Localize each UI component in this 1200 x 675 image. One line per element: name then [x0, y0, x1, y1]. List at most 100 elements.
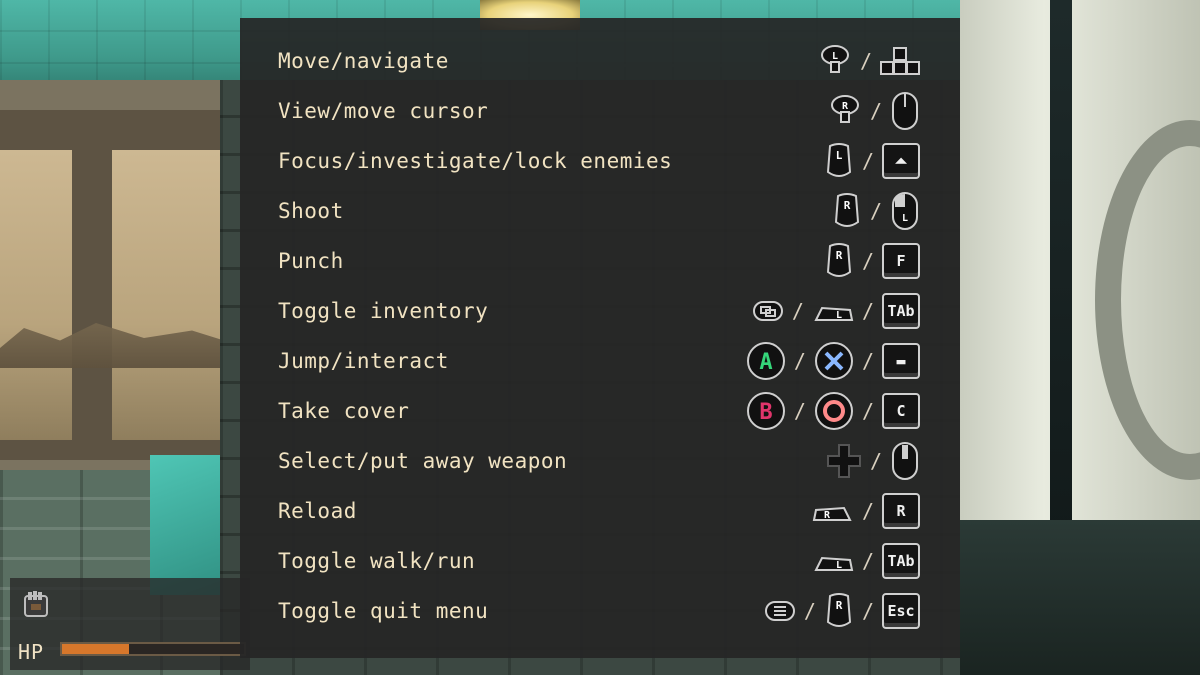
separator: /: [859, 49, 872, 73]
binding-icons: R / L: [832, 191, 920, 231]
tab-key-icon: TAb: [882, 543, 920, 579]
separator: /: [791, 299, 804, 323]
separator: /: [803, 599, 816, 623]
control-row: Toggle quit menu / R / Esc: [240, 586, 960, 636]
control-row: Punch R / F: [240, 236, 960, 286]
control-row: Toggle inventory / L / TAb: [240, 286, 960, 336]
hp-bar-fill: [62, 644, 130, 654]
up-arrow-key-icon: ⏶: [882, 143, 920, 179]
left-mouse-button-icon: L: [890, 191, 920, 231]
action-label: Punch: [278, 249, 344, 273]
control-row: Focus/investigate/lock enemies L / ⏶: [240, 136, 960, 186]
binding-icons: R / R: [812, 493, 920, 529]
action-label: Select/put away weapon: [278, 449, 568, 473]
mouse-wheel-icon: [890, 441, 920, 481]
control-row: Reload R / R: [240, 486, 960, 536]
binding-icons: /: [826, 441, 920, 481]
left-bumper-icon: L: [812, 298, 854, 324]
binding-icons: / R / Esc: [764, 592, 920, 630]
binding-icons: A / / ▬: [746, 341, 920, 381]
right-bumper-icon: R: [812, 498, 854, 524]
binding-icons: L / TAb: [812, 543, 920, 579]
action-label: Shoot: [278, 199, 344, 223]
svg-text:L: L: [832, 51, 838, 62]
svg-text:A: A: [759, 350, 772, 375]
action-label: Move/navigate: [278, 49, 449, 73]
fist-icon: [18, 588, 54, 624]
window-pane: [0, 150, 72, 440]
separator: /: [861, 599, 874, 623]
wasd-keys-icon: [880, 46, 920, 76]
separator: /: [869, 99, 882, 123]
action-label: Toggle walk/run: [278, 549, 476, 573]
hp-label: HP: [18, 640, 45, 664]
svg-text:R: R: [842, 101, 849, 112]
left-bumper-icon: L: [812, 548, 854, 574]
binding-icons: L / ⏶: [824, 142, 920, 180]
separator: /: [793, 399, 806, 423]
r-key-icon: R: [882, 493, 920, 529]
separator: /: [869, 199, 882, 223]
binding-icons: B / / C: [746, 391, 920, 431]
control-row: Take cover B / / C: [240, 386, 960, 436]
f-key-icon: F: [882, 243, 920, 279]
svg-text:L: L: [836, 560, 842, 571]
right-trigger-icon: R: [832, 192, 862, 230]
view-button-icon: [752, 300, 784, 322]
svg-text:L: L: [902, 213, 908, 224]
binding-icons: R / F: [824, 242, 920, 280]
svg-text:L: L: [836, 310, 842, 321]
controls-panel: Move/navigate L / View/move cursor R / Foc…: [240, 18, 960, 658]
svg-text:R: R: [836, 249, 843, 262]
svg-text:R: R: [844, 199, 851, 212]
control-row: Select/put away weapon /: [240, 436, 960, 486]
action-label: Take cover: [278, 399, 410, 423]
control-row: View/move cursor R /: [240, 86, 960, 136]
left-trigger-icon: L: [824, 142, 854, 180]
left-stick-icon: L: [818, 44, 852, 78]
dpad-icon: [826, 443, 862, 479]
separator: /: [861, 549, 874, 573]
action-label: Toggle quit menu: [278, 599, 489, 623]
control-row: Jump/interact A / / ▬: [240, 336, 960, 386]
separator: /: [869, 449, 882, 473]
space-key-icon: ▬: [882, 343, 920, 379]
window-pane: [112, 150, 227, 440]
tab-key-icon: TAb: [882, 293, 920, 329]
binding-icons: R /: [828, 91, 920, 131]
separator: /: [861, 349, 874, 373]
svg-text:B: B: [759, 400, 772, 425]
c-key-icon: C: [882, 393, 920, 429]
action-label: View/move cursor: [278, 99, 489, 123]
hp-bar: [60, 642, 246, 656]
right-trigger-icon: R: [824, 242, 854, 280]
svg-text:L: L: [836, 149, 843, 162]
binding-icons: L /: [818, 44, 920, 78]
binding-icons: / L / TAb: [752, 293, 920, 329]
svg-text:R: R: [824, 510, 831, 521]
mouse-icon: [890, 91, 920, 131]
action-label: Jump/interact: [278, 349, 449, 373]
control-row: Shoot R / L: [240, 186, 960, 236]
b-button-icon: B: [746, 391, 786, 431]
right-stick-icon: R: [828, 94, 862, 128]
separator: /: [861, 149, 874, 173]
svg-text:R: R: [836, 599, 843, 612]
menu-button-icon: [764, 600, 796, 622]
separator: /: [793, 349, 806, 373]
action-label: Reload: [278, 499, 357, 523]
control-row: Move/navigate L /: [240, 36, 960, 86]
a-button-icon: A: [746, 341, 786, 381]
action-label: Focus/investigate/lock enemies: [278, 149, 673, 173]
separator: /: [861, 399, 874, 423]
circle-button-icon: [814, 391, 854, 431]
cross-button-icon: [814, 341, 854, 381]
right-trigger-icon: R: [824, 592, 854, 630]
separator: /: [861, 299, 874, 323]
machine-base: [960, 520, 1200, 675]
separator: /: [861, 499, 874, 523]
player-hud: HP: [10, 578, 250, 670]
action-label: Toggle inventory: [278, 299, 489, 323]
esc-key-icon: Esc: [882, 593, 920, 629]
separator: /: [861, 249, 874, 273]
